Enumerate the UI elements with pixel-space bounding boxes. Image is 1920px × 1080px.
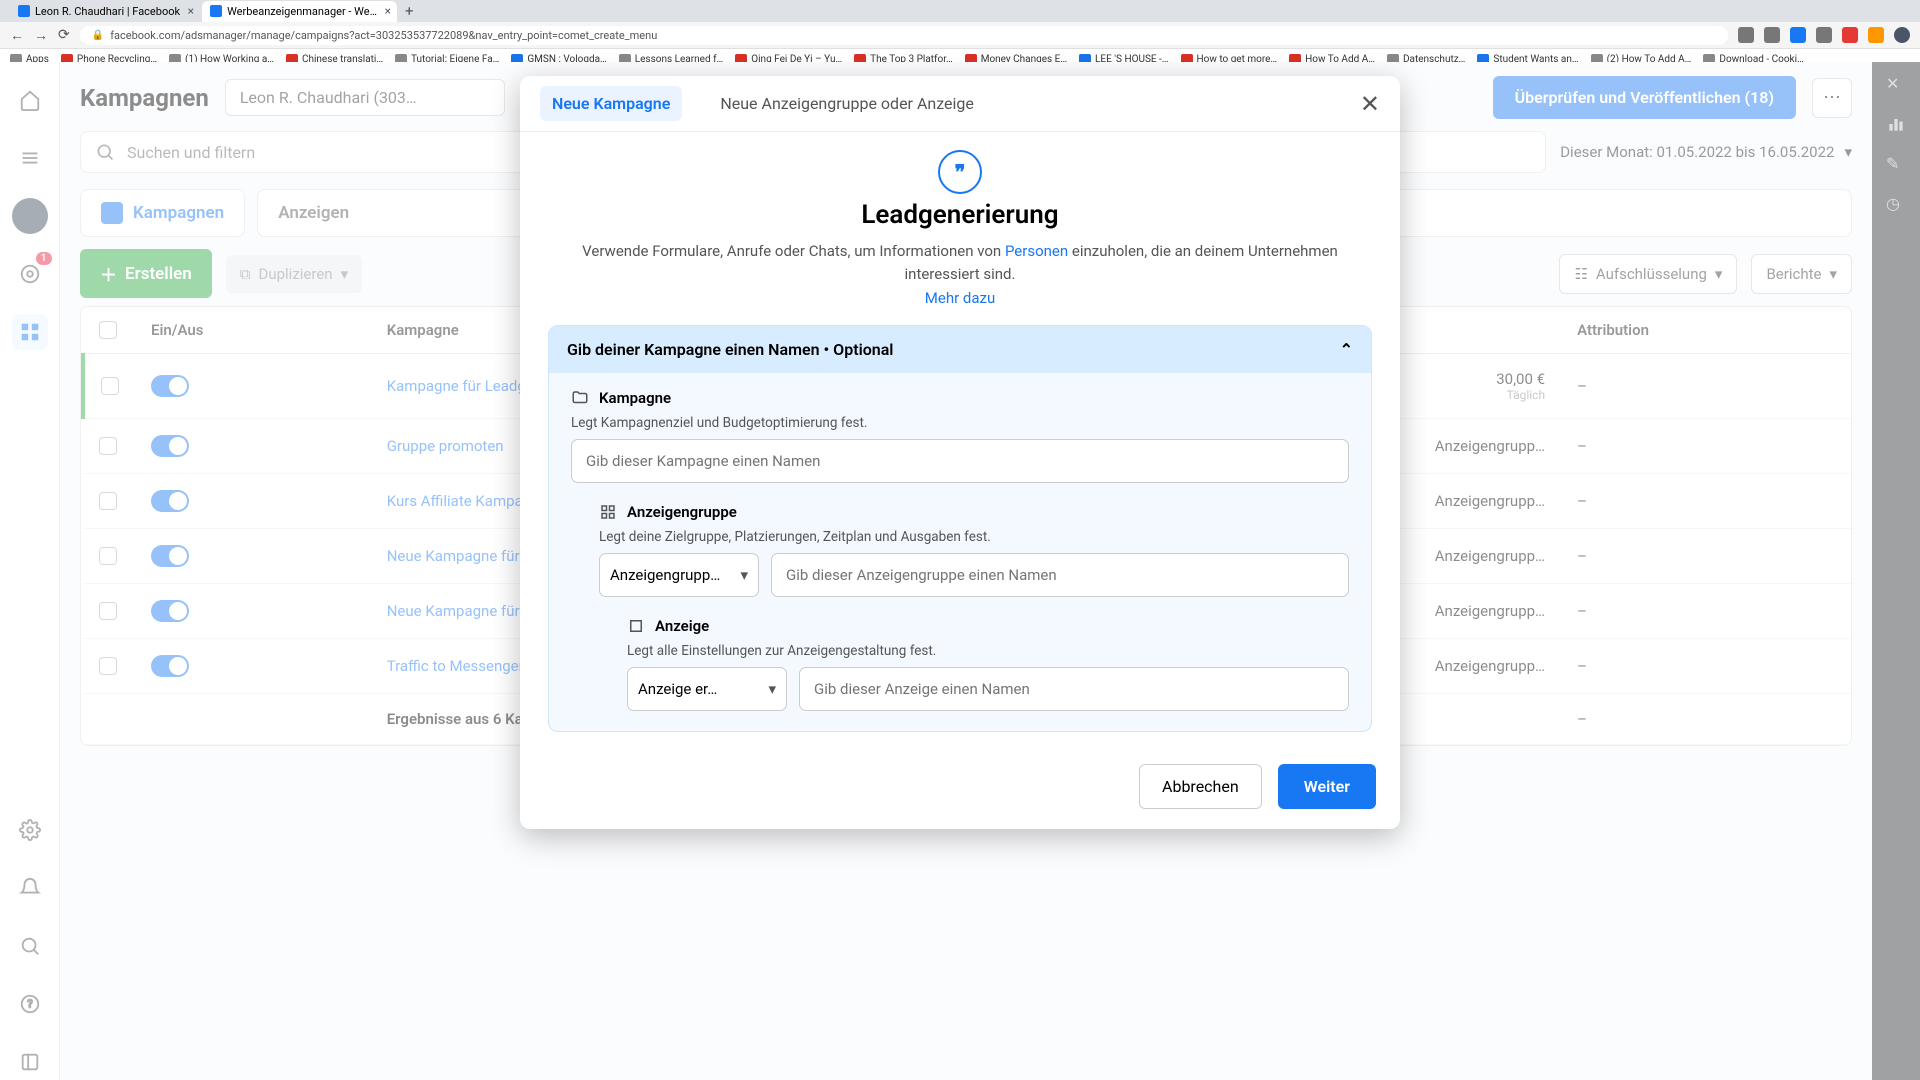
reload-icon[interactable]: ⟳ — [58, 27, 70, 43]
objective-icon: ❞ — [938, 150, 982, 194]
modal-tab-new-adset-ad[interactable]: Neue Anzeigengruppe oder Anzeige — [708, 86, 986, 121]
adset-level-title: Anzeigengruppe — [627, 503, 737, 521]
lock-icon: 🔒 — [92, 30, 104, 41]
close-icon[interactable]: × — [188, 4, 194, 18]
new-tab-button[interactable]: + — [405, 2, 414, 20]
browser-chrome: Leon R. Chaudhari | Facebook× Werbeanzei… — [0, 0, 1920, 62]
back-icon[interactable]: ← — [10, 27, 24, 44]
extension-icon[interactable] — [1790, 27, 1806, 43]
modal-overlay: Neue Kampagne Neue Anzeigengruppe oder A… — [0, 62, 1920, 1080]
modal-tab-new-campaign[interactable]: Neue Kampagne — [540, 86, 682, 121]
continue-button[interactable]: Weiter — [1278, 764, 1376, 809]
ad-level-sub: Legt alle Einstellungen zur Anzeigengest… — [627, 643, 1349, 659]
tab-bar: Leon R. Chaudhari | Facebook× Werbeanzei… — [0, 0, 1920, 22]
extension-icon[interactable] — [1868, 27, 1884, 43]
extension-icon[interactable] — [1816, 27, 1832, 43]
ad-count-select[interactable]: Anzeige er…▾ — [627, 667, 787, 711]
name-campaign-accordion: Gib deiner Kampagne einen Namen • Option… — [548, 325, 1372, 732]
objective-description: Verwende Formulare, Anrufe oder Chats, u… — [548, 240, 1372, 285]
address-bar: ← → ⟳ 🔒facebook.com/adsmanager/manage/ca… — [0, 22, 1920, 48]
browser-tab-0[interactable]: Leon R. Chaudhari | Facebook× — [10, 1, 200, 22]
browser-tab-1[interactable]: Werbeanzeigenmanager - We…× — [202, 1, 397, 22]
chevron-down-icon: ▾ — [740, 566, 748, 584]
adset-count-select[interactable]: Anzeigengrupp…▾ — [599, 553, 759, 597]
adset-level-sub: Legt deine Zielgruppe, Platzierungen, Ze… — [599, 529, 1349, 545]
square-icon — [627, 617, 645, 635]
campaign-level-sub: Legt Kampagnenziel und Budgetoptimierung… — [571, 415, 1349, 431]
campaign-name-input[interactable] — [571, 439, 1349, 483]
persons-link[interactable]: Personen — [1005, 242, 1068, 260]
extension-icon[interactable] — [1764, 27, 1780, 43]
chevron-up-icon: ⌃ — [1340, 340, 1353, 359]
chevron-down-icon: ▾ — [768, 680, 776, 698]
url-input[interactable]: 🔒facebook.com/adsmanager/manage/campaign… — [80, 26, 1728, 45]
ad-level-title: Anzeige — [655, 617, 709, 635]
objective-title: Leadgenerierung — [548, 200, 1372, 230]
extension-icons — [1738, 27, 1910, 43]
extension-icon[interactable] — [1842, 27, 1858, 43]
adset-name-input[interactable] — [771, 553, 1349, 597]
extension-icon[interactable] — [1738, 27, 1754, 43]
forward-icon[interactable]: → — [34, 27, 48, 44]
profile-icon[interactable] — [1894, 27, 1910, 43]
learn-more-link[interactable]: Mehr dazu — [548, 289, 1372, 307]
campaign-level-title: Kampagne — [599, 389, 671, 407]
modal-close-button[interactable]: ✕ — [1360, 90, 1380, 118]
folder-icon — [571, 389, 589, 407]
new-campaign-modal: Neue Kampagne Neue Anzeigengruppe oder A… — [520, 76, 1400, 829]
cancel-button[interactable]: Abbrechen — [1139, 764, 1262, 809]
close-icon[interactable]: × — [385, 4, 391, 18]
ad-name-input[interactable] — [799, 667, 1349, 711]
grid-icon — [599, 503, 617, 521]
accordion-header[interactable]: Gib deiner Kampagne einen Namen • Option… — [549, 326, 1371, 373]
